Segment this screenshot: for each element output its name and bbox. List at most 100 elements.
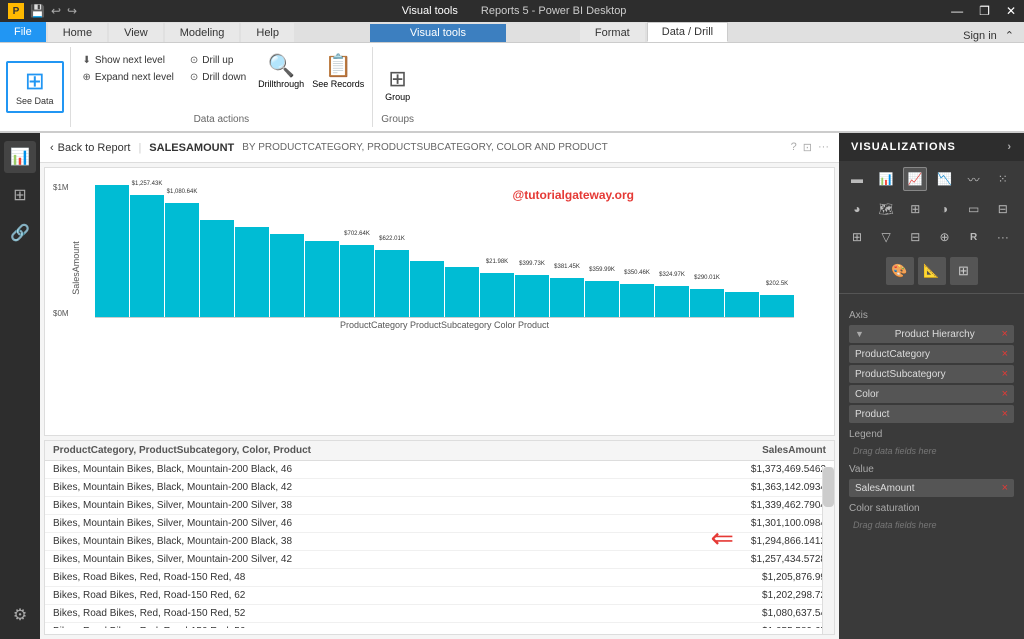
tab-help[interactable]: Help	[241, 23, 294, 42]
viz-area-icon[interactable]: 〰	[962, 167, 986, 191]
row-col2-5: $1,257,434.5728	[568, 554, 826, 565]
remove-product-category-icon[interactable]: ×	[1002, 348, 1008, 360]
table-row[interactable]: Bikes, Road Bikes, Red, Road-150 Red, 52…	[45, 605, 834, 623]
tab-modeling[interactable]: Modeling	[165, 23, 240, 42]
chart-bar-10[interactable]	[445, 267, 479, 317]
fields-button[interactable]: ⊞	[950, 257, 978, 285]
viz-map-icon[interactable]: 🗺	[874, 197, 898, 221]
color-saturation-placeholder: Drag data fields here	[849, 518, 1014, 532]
group-button[interactable]: ⊞ Group	[385, 66, 410, 102]
axis-field-product-category[interactable]: ProductCategory ×	[849, 345, 1014, 363]
remove-salesamount-icon[interactable]: ×	[1002, 482, 1008, 494]
viz-stacked-bar-icon[interactable]: ▬	[845, 167, 869, 191]
analytics-button[interactable]: 📐	[918, 257, 946, 285]
filter-icon[interactable]: ⊡	[803, 141, 812, 154]
axis-field-product[interactable]: Product ×	[849, 405, 1014, 423]
chart-bar-17[interactable]: $290.01K	[690, 289, 724, 317]
sidebar-report-icon[interactable]: 📊	[4, 141, 36, 173]
chart-bar-1[interactable]: $1,257.43K	[130, 195, 164, 317]
chart-bar-16[interactable]: $324.97K	[655, 286, 689, 317]
axis-field-color[interactable]: Color ×	[849, 385, 1014, 403]
table-row[interactable]: Bikes, Mountain Bikes, Silver, Mountain-…	[45, 497, 834, 515]
sidebar-settings-icon[interactable]: ⚙	[4, 599, 36, 631]
maximize-button[interactable]: ❐	[979, 4, 990, 18]
chart-bar-5[interactable]	[270, 234, 304, 317]
viz-gauge-icon[interactable]: ◑	[932, 197, 956, 221]
chart-bar-15[interactable]: $350.46K	[620, 284, 654, 317]
viz-scatter-icon[interactable]: ⁙	[991, 167, 1015, 191]
viz-column-icon[interactable]: 📈	[903, 167, 927, 191]
see-records-button[interactable]: 📋 See Records	[312, 53, 364, 89]
table-row[interactable]: Bikes, Road Bikes, Red, Road-150 Red, 48…	[45, 569, 834, 587]
panel-expand-icon[interactable]: ›	[1007, 141, 1012, 153]
expand-next-level-icon: ⊕	[83, 72, 91, 83]
undo-icon[interactable]: ↩	[51, 4, 61, 18]
tab-data-drill[interactable]: Data / Drill	[647, 22, 728, 42]
chart-bar-7[interactable]: $702.64K	[340, 245, 374, 317]
viz-treemap-icon[interactable]: ⊞	[903, 197, 927, 221]
chart-bar-9[interactable]	[410, 261, 444, 317]
viz-matrix-icon[interactable]: ⊞	[845, 225, 869, 249]
close-button[interactable]: ✕	[1006, 4, 1016, 18]
sidebar-model-icon[interactable]: 🔗	[4, 217, 36, 249]
drill-up-button[interactable]: ⊙ Drill up	[186, 53, 250, 68]
scrollbar-thumb[interactable]	[823, 467, 834, 507]
axis-field-product-hierarchy[interactable]: ▼ Product Hierarchy ×	[849, 325, 1014, 343]
sign-in-link[interactable]: Sign in	[963, 30, 997, 42]
axis-field-product-subcategory[interactable]: ProductSubcategory ×	[849, 365, 1014, 383]
axis-field-salesamount[interactable]: SalesAmount ×	[849, 479, 1014, 497]
tab-view[interactable]: View	[109, 23, 163, 42]
viz-ribbon-icon[interactable]: ⊕	[932, 225, 956, 249]
remove-product-subcategory-icon[interactable]: ×	[1002, 368, 1008, 380]
tab-file[interactable]: File	[0, 22, 46, 42]
account-icon[interactable]: ⌃	[1005, 29, 1014, 42]
drill-down-button[interactable]: ⊙ Drill down	[186, 70, 250, 85]
tab-format[interactable]: Format	[580, 23, 645, 42]
chart-bar-6[interactable]	[305, 241, 339, 317]
table-row[interactable]: Bikes, Road Bikes, Red, Road-150 Red, 62…	[45, 587, 834, 605]
back-to-report-button[interactable]: ‹ Back to Report	[50, 142, 130, 154]
table-row[interactable]: Bikes, Road Bikes, Red, Road-150 Red, 56…	[45, 623, 834, 628]
viz-r-icon[interactable]: R	[962, 225, 986, 249]
show-next-level-button[interactable]: ⬇ Show next level	[79, 53, 178, 68]
sidebar-data-icon[interactable]: ⊞	[4, 179, 36, 211]
table-row[interactable]: Bikes, Mountain Bikes, Black, Mountain-2…	[45, 479, 834, 497]
expand-next-level-button[interactable]: ⊕ Expand next level	[79, 70, 178, 85]
chart-bar-11[interactable]: $21.98K	[480, 273, 514, 317]
viz-funnel-icon[interactable]: ▽	[874, 225, 898, 249]
redo-icon[interactable]: ↪	[67, 4, 77, 18]
chart-bar-8[interactable]: $622.01K	[375, 250, 409, 317]
viz-line-icon[interactable]: 📉	[932, 167, 956, 191]
viz-waterfall-icon[interactable]: ⊟	[903, 225, 927, 249]
see-data-button[interactable]: ⊞ See Data	[6, 61, 64, 113]
viz-table-icon[interactable]: ⊟	[991, 197, 1015, 221]
minimize-button[interactable]: —	[951, 4, 963, 18]
table-scrollbar[interactable]	[822, 467, 834, 634]
chart-bar-0[interactable]: $1,373.47K	[95, 185, 129, 317]
more-options-icon[interactable]: ···	[818, 141, 829, 154]
chart-bar-12[interactable]: $399.73K	[515, 275, 549, 317]
chart-bar-3[interactable]	[200, 220, 234, 317]
remove-product-hierarchy-icon[interactable]: ×	[1002, 328, 1008, 340]
chart-bar-18[interactable]	[725, 292, 759, 317]
drillthrough-button[interactable]: 🔍 Drillthrough	[258, 53, 304, 89]
viz-pie-icon[interactable]: ◕	[845, 197, 869, 221]
chart-bar-4[interactable]	[235, 227, 269, 317]
chart-bar-19[interactable]: $202.5K	[760, 295, 794, 317]
viz-card-icon[interactable]: ▭	[962, 197, 986, 221]
remove-product-icon[interactable]: ×	[1002, 408, 1008, 420]
chart-bar-13[interactable]: $381.45K	[550, 278, 584, 317]
remove-color-icon[interactable]: ×	[1002, 388, 1008, 400]
viz-bar-icon[interactable]: 📊	[874, 167, 898, 191]
quick-save-icon[interactable]: 💾	[30, 4, 45, 18]
show-next-level-icon: ⬇	[83, 55, 91, 66]
tab-home[interactable]: Home	[48, 23, 107, 42]
bar-label-15: $350.46K	[624, 270, 650, 276]
chart-bar-2[interactable]: $1,080.64K	[165, 203, 199, 317]
help-icon[interactable]: ?	[791, 141, 797, 154]
table-row[interactable]: Bikes, Mountain Bikes, Black, Mountain-2…	[45, 461, 834, 479]
chart-bar-14[interactable]: $359.99K	[585, 281, 619, 317]
format-button[interactable]: 🎨	[886, 257, 914, 285]
drill-up-label: Drill up	[202, 55, 233, 66]
viz-more-icon[interactable]: ···	[991, 225, 1015, 249]
